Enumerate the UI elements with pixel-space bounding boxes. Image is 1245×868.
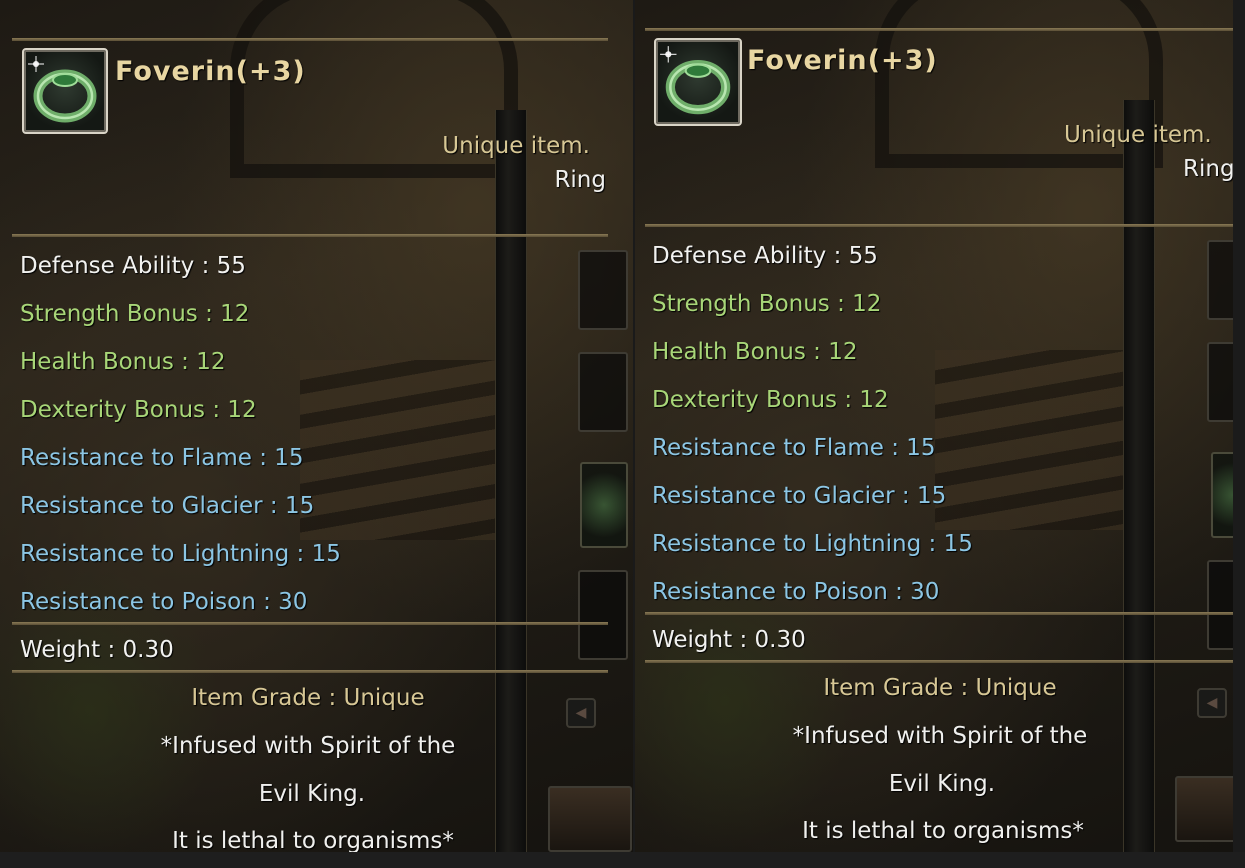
- item-weight: Weight : 0.30: [652, 627, 806, 653]
- description-line: It is lethal to organisms*: [172, 828, 454, 852]
- divider: [645, 612, 1233, 615]
- rarity-label: Unique item.: [1064, 122, 1212, 148]
- item-grade: Item Grade : Unique: [823, 675, 1057, 701]
- stat-strength: Strength Bonus : 12: [652, 291, 882, 317]
- divider: [12, 38, 608, 41]
- stat-dexterity: Dexterity Bonus : 12: [652, 387, 889, 413]
- stat-resist-poison: Resistance to Poison : 30: [652, 579, 940, 605]
- description-line: *Infused with Spirit of the: [160, 733, 456, 759]
- stat-dexterity: Dexterity Bonus : 12: [20, 397, 257, 423]
- divider: [645, 28, 1233, 31]
- divider: [12, 622, 608, 625]
- item-grade: Item Grade : Unique: [191, 685, 425, 711]
- stat-resist-glacier: Resistance to Glacier : 15: [20, 493, 315, 519]
- item-icon-frame: [22, 48, 108, 134]
- stat-resist-lightning: Resistance to Lightning : 15: [20, 541, 341, 567]
- description-line: *Infused with Spirit of the: [792, 723, 1088, 749]
- screenshot-panel-right: ◀ Foverin(+3) Unique item. Ring Defense …: [635, 0, 1233, 852]
- screenshot-panel-left: ◀ Foverin(+3) Unique item. Ring Defense …: [0, 0, 633, 852]
- description-line: Evil King.: [888, 771, 996, 797]
- stat-defense: Defense Ability : 55: [652, 243, 878, 269]
- stat-health: Health Bonus : 12: [20, 349, 226, 375]
- stat-defense: Defense Ability : 55: [20, 253, 246, 279]
- item-type: Ring: [554, 167, 606, 193]
- rarity-label: Unique item.: [442, 133, 590, 159]
- stat-resist-flame: Resistance to Flame : 15: [20, 445, 304, 471]
- item-name: Foverin(+3): [747, 45, 938, 76]
- item-tooltip: Foverin(+3) Unique item. Ring Defense Ab…: [635, 0, 1233, 852]
- border-strip: [0, 852, 1245, 868]
- stat-resist-glacier: Resistance to Glacier : 15: [652, 483, 947, 509]
- divider: [12, 234, 608, 237]
- jade-ring-icon: [28, 56, 97, 123]
- border-strip: [1233, 0, 1245, 852]
- item-icon-frame: [654, 38, 742, 126]
- divider: [645, 660, 1233, 663]
- divider: [12, 670, 608, 673]
- stat-resist-flame: Resistance to Flame : 15: [652, 435, 936, 461]
- stat-resist-poison: Resistance to Poison : 30: [20, 589, 308, 615]
- item-weight: Weight : 0.30: [20, 637, 174, 663]
- item-type: Ring: [1183, 156, 1233, 182]
- stat-strength: Strength Bonus : 12: [20, 301, 250, 327]
- divider: [645, 224, 1233, 227]
- item-name: Foverin(+3): [115, 56, 306, 87]
- description-line: It is lethal to organisms*: [802, 818, 1084, 844]
- stat-health: Health Bonus : 12: [652, 339, 858, 365]
- stat-resist-lightning: Resistance to Lightning : 15: [652, 531, 973, 557]
- description-line: Evil King.: [258, 781, 366, 807]
- jade-ring-icon: [660, 46, 731, 115]
- item-tooltip: Foverin(+3) Unique item. Ring Defense Ab…: [0, 0, 633, 852]
